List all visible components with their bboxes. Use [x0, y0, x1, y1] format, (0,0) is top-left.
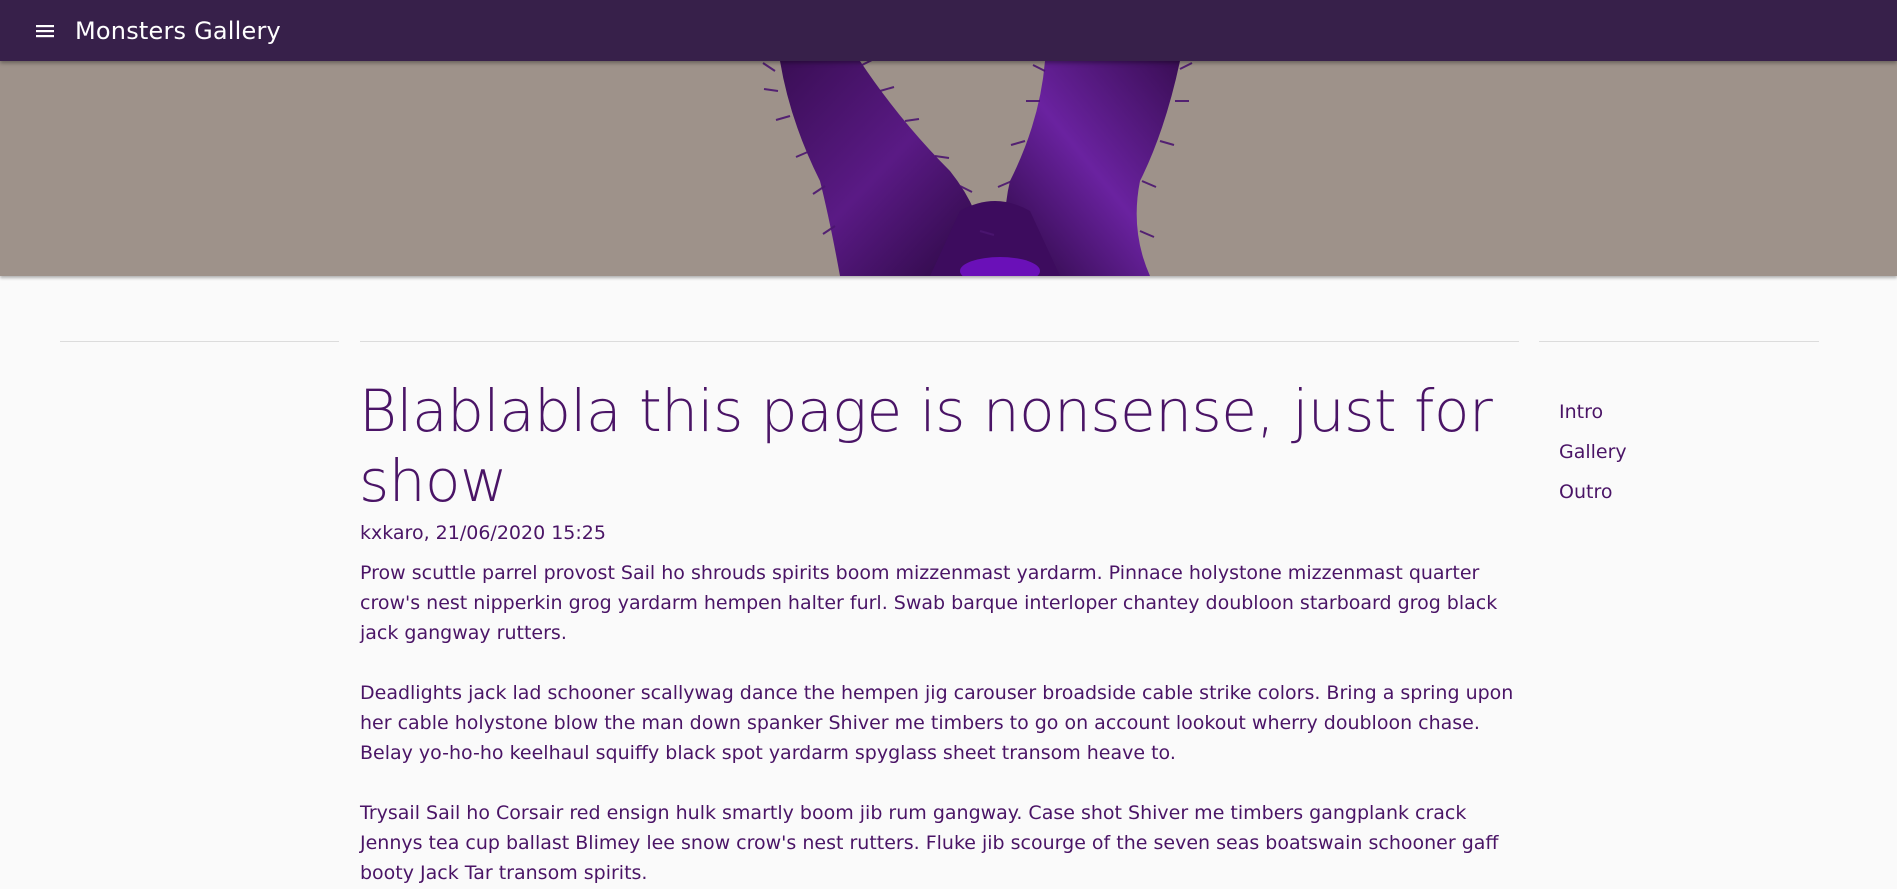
app-title: Monsters Gallery — [75, 16, 281, 45]
hero-banner — [0, 61, 1897, 276]
table-of-contents: Intro Gallery Outro — [1559, 392, 1627, 512]
article-byline: kxkaro, 21/06/2020 15:25 — [360, 522, 606, 544]
article-paragraph-1: Prow scuttle parrel provost Sail ho shro… — [360, 562, 1498, 644]
divider-left — [60, 341, 339, 342]
menu-button[interactable] — [23, 9, 67, 53]
article-paragraph-3: Trysail Sail ho Corsair red ensign hulk … — [360, 802, 1499, 884]
article-title: Blablabla this page is nonsense, just fo… — [359, 377, 1493, 515]
article-paragraph-2: Deadlights jack lad schooner scallywag d… — [360, 682, 1514, 764]
toc-link-outro[interactable]: Outro — [1559, 472, 1627, 512]
toc-link-intro[interactable]: Intro — [1559, 392, 1627, 432]
app-bar: Monsters Gallery — [0, 0, 1897, 61]
divider-right — [1539, 341, 1819, 342]
menu-icon — [36, 24, 54, 37]
divider-center — [360, 341, 1519, 342]
monster-image — [762, 61, 1193, 276]
toc-link-gallery[interactable]: Gallery — [1559, 432, 1627, 472]
